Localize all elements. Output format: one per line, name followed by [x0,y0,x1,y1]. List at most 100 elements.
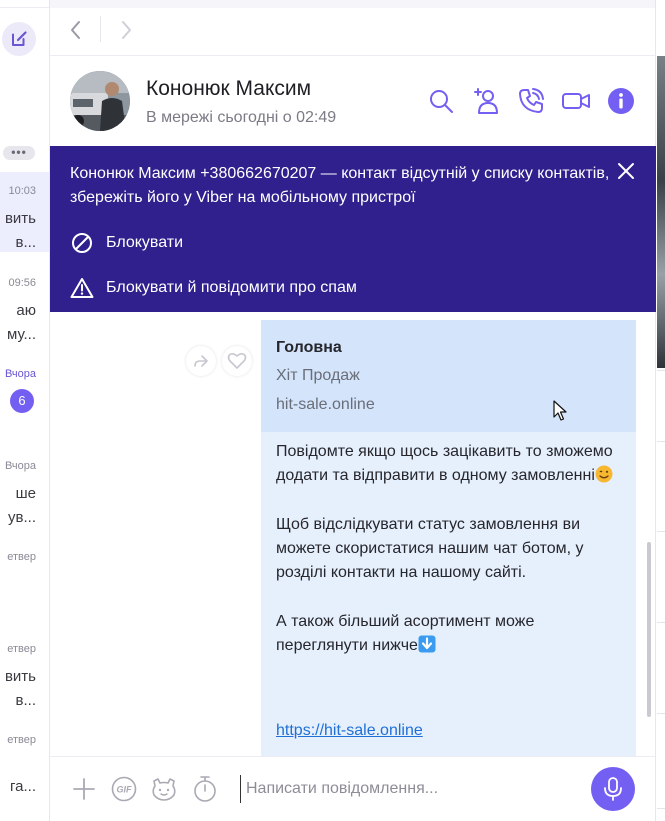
conversation-item[interactable]: Вчора 6 [0,356,49,436]
microphone-icon [604,777,622,801]
timer-icon [194,776,216,802]
conversation-time: 09:56 [8,277,36,289]
video-call-button[interactable] [561,86,591,116]
conversation-item[interactable]: етвер га... [0,721,49,801]
message-paragraph-text: Повідомте якщо щось зацікавить то зможем… [276,443,613,485]
forward-arrow-icon [122,21,131,39]
scrollbar[interactable] [647,542,651,717]
conversation-time: Вчора [4,460,36,472]
winking-emoji-icon [595,465,613,483]
info-panel-edge [655,0,665,821]
avatar-photo [70,71,130,131]
close-banner-button[interactable] [615,160,637,182]
block-and-report-spam-label: Блокувати й повідомити про спам [106,279,357,296]
like-heart-icon [227,352,247,369]
svg-text:GIF: GIF [117,785,133,795]
unknown-contact-banner: Кононюк Максим +380662670207 — контакт в… [50,146,656,312]
conversation-time: Вчора [4,368,36,380]
forward-message-button[interactable] [186,346,216,376]
block-button[interactable]: Блокувати [70,230,183,256]
block-icon [70,231,94,255]
info-panel-photo [657,56,665,368]
conversation-preview: аю [16,302,36,319]
preview-domain: hit-sale.online [276,396,375,413]
conversation-preview: му... [7,326,36,343]
preview-title: Головна [276,339,342,356]
conversation-item[interactable]: етвер вить в... [0,630,49,710]
message-composer: GIF [50,756,655,821]
info-button[interactable] [606,86,636,116]
divider [100,16,101,42]
block-label: Блокувати [106,234,184,251]
chat-header: Кононюк Максим В мережі сьогодні о 02:49 [50,56,655,146]
more-options-button[interactable]: ••• [3,146,35,160]
conversation-item[interactable]: етвер [0,538,49,618]
divider [657,808,665,809]
sticker-button[interactable] [150,775,178,803]
back-arrow-icon [71,21,80,39]
conversation-preview: ув... [8,509,36,526]
call-button[interactable] [516,86,546,116]
divider [657,370,665,371]
close-icon [618,163,634,179]
compose-icon [12,31,27,46]
top-edge [0,0,49,8]
like-message-button[interactable] [222,346,252,376]
info-icon [608,88,634,114]
mouse-cursor-icon [553,400,567,421]
conversation-time: етвер [7,551,36,563]
voice-message-button[interactable] [591,767,635,811]
block-and-report-spam-button[interactable]: Блокувати й повідомити про спам [70,275,357,301]
timer-button[interactable] [191,775,219,803]
conversation-preview: га... [10,778,36,795]
sticker-icon [152,778,176,801]
message-text: Повідомте якщо щось зацікавить то зможем… [276,440,621,683]
avatar[interactable] [70,71,130,131]
divider [657,622,665,623]
unread-badge: 6 [10,389,34,413]
conversation-preview: в... [15,234,36,251]
add-participant-button[interactable] [471,86,501,116]
conversation-preview: вить [4,210,36,227]
gif-button[interactable]: GIF [110,775,138,803]
contact-status: В мережі сьогодні о 02:49 [146,109,337,126]
gif-icon: GIF [111,776,137,802]
link-preview-card[interactable]: Головна Хіт Продаж hit-sale.online [261,320,636,432]
compose-button[interactable] [2,22,36,56]
divider [657,531,665,532]
conversation-preview: ше [15,485,36,502]
message-paragraph-text: А також більший асортимент може переглян… [276,613,535,655]
add-participant-icon [474,88,498,114]
down-arrow-emoji-icon [418,635,436,653]
video-call-icon [562,93,590,109]
message-actions [186,346,258,376]
conversation-preview: вить [4,668,36,685]
message-paragraph: Щоб відслідкувати статус замовлення ви м… [276,515,584,582]
forward-icon [194,355,208,367]
preview-description: Хіт Продаж [276,367,360,384]
banner-message: Кононюк Максим +380662670207 — контакт в… [70,165,610,206]
conversation-item[interactable]: 10:03 вить в... [0,172,49,252]
conversation-item[interactable]: 09:56 аю му... [0,264,49,344]
call-icon [519,88,544,113]
conversation-time: етвер [7,643,36,655]
contact-name[interactable]: Кононюк Максим [146,77,311,101]
conversation-item[interactable]: Вчора ше ув... [0,447,49,527]
search-button[interactable] [426,86,456,116]
warning-icon [70,276,94,300]
search-icon [430,90,453,113]
navigation-bar [50,0,655,56]
conversation-time: етвер [7,734,36,746]
conversation-list: ••• 10:03 вить в... 09:56 аю му... Вчора… [0,0,50,821]
attach-button[interactable] [70,775,98,803]
divider [657,441,665,442]
message-paragraph: Повідомте якщо щось зацікавить то зможем… [276,440,621,489]
message-input[interactable] [240,775,580,803]
forward-button[interactable] [114,18,138,42]
plus-icon [73,778,95,800]
message-link[interactable]: https://hit-sale.online [276,722,423,740]
message-paragraph: А також більший асортимент може переглян… [276,610,621,659]
back-button[interactable] [64,18,88,42]
divider [657,713,665,714]
message-bubble[interactable]: Повідомте якщо щось зацікавить то зможем… [261,432,636,756]
